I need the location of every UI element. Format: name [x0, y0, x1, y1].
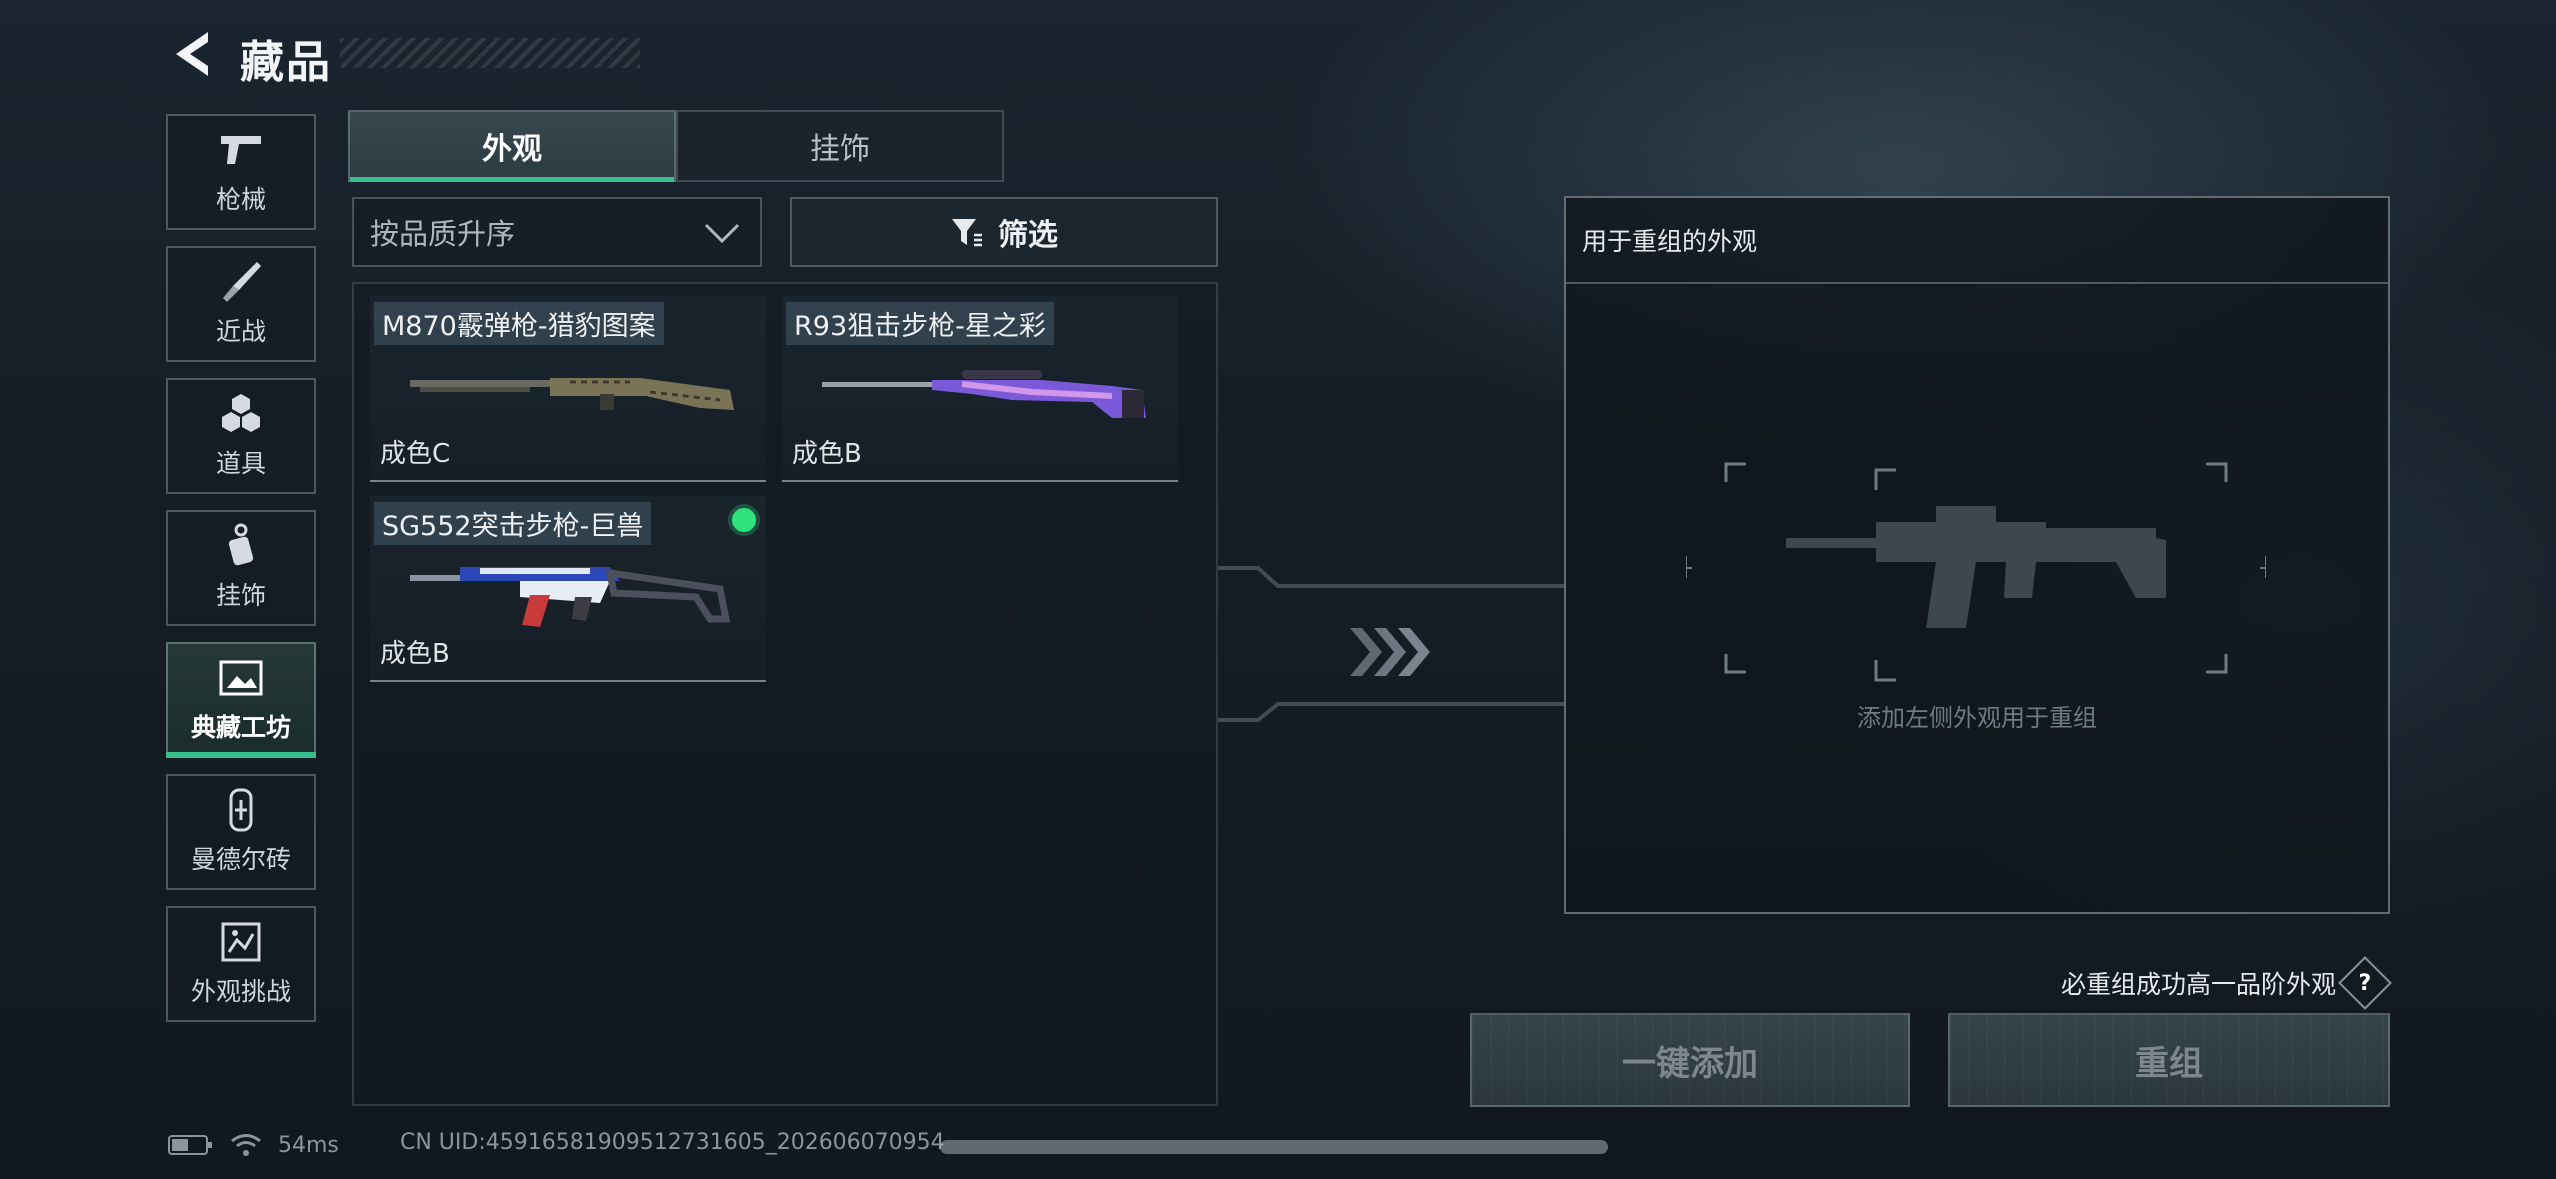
sort-value: 按品质升序: [370, 217, 516, 251]
tab-charms[interactable]: 挂饰: [676, 110, 1004, 182]
sidebar-item-label: 曼德尔砖: [190, 845, 291, 874]
list-item[interactable]: R93狙击步枪-星之彩 成色B: [782, 296, 1178, 482]
brick-icon: [217, 788, 265, 832]
sidebar-item-collection-workshop[interactable]: 典藏工坊: [166, 642, 316, 758]
recombine-note-text: 必重组成功高一品阶外观: [2060, 970, 2336, 999]
filter-button[interactable]: 筛选: [790, 197, 1218, 267]
charm-icon: [217, 523, 265, 568]
sidebar-item-mandel-brick[interactable]: 曼德尔砖: [166, 774, 316, 890]
recombine-button[interactable]: 重组: [1948, 1013, 2390, 1107]
sort-dropdown[interactable]: 按品质升序: [352, 197, 762, 267]
title-decoration: [340, 38, 640, 68]
sidebar-item-label: 近战: [215, 317, 266, 346]
sidebar-item-label: 道具: [215, 449, 266, 478]
item-grade: 成色B: [380, 639, 450, 669]
pistol-icon: [217, 128, 265, 172]
list-item[interactable]: M870霰弹枪-猎豹图案 成色C: [370, 296, 766, 482]
recombine-panel: 用于重组的外观 添加左侧外观用于重组: [1564, 196, 2390, 914]
item-name: M870霰弹枪-猎豹图案: [374, 302, 664, 345]
filter-icon: [952, 219, 982, 247]
sidebar-item-label: 典藏工坊: [190, 713, 291, 742]
chevrons-right-icon: [1350, 628, 1430, 676]
recombine-panel-header: 用于重组的外观: [1566, 198, 2388, 284]
home-indicator[interactable]: [940, 1140, 1608, 1154]
tab-appearance[interactable]: 外观: [348, 110, 676, 182]
sidebar-item-guns[interactable]: 枪械: [166, 114, 316, 230]
page-title: 藏品: [240, 37, 332, 88]
list-item[interactable]: SG552突击步枪-巨兽 成色B: [370, 496, 766, 682]
item-grade: 成色B: [792, 439, 862, 469]
back-arrow-icon[interactable]: [168, 28, 214, 80]
recombine-panel-title: 用于重组的外观: [1582, 227, 1758, 256]
chevron-down-icon: [704, 223, 740, 244]
grenade-icon: [217, 392, 265, 436]
item-grade: 成色C: [380, 439, 451, 469]
sidebar-item-label: 挂饰: [215, 581, 266, 610]
sidebar-item-charms[interactable]: 挂饰: [166, 510, 316, 626]
challenge-icon: [217, 920, 265, 964]
recombine-note: 必重组成功高一品阶外观 ?: [1870, 956, 2392, 1010]
connector-line: [1218, 702, 1566, 722]
sniper-rifle-skin-image: [822, 370, 1146, 418]
sidebar-item-label: 外观挑战: [190, 977, 291, 1006]
sidebar-item-appearance-challenge[interactable]: 外观挑战: [166, 906, 316, 1022]
connector-line: [1218, 566, 1566, 588]
sidebar-item-items[interactable]: 道具: [166, 378, 316, 494]
knife-icon: [217, 260, 265, 304]
shotgun-skin-image: [410, 378, 734, 410]
status-bar: 54ms: [168, 1128, 339, 1162]
rifle-placeholder-icon: [1686, 462, 2266, 674]
assault-rifle-skin-image: [410, 567, 731, 627]
recombine-hint: 添加左侧外观用于重组: [1857, 704, 2097, 732]
add-all-button[interactable]: 一键添加: [1470, 1013, 1910, 1107]
item-name: R93狙击步枪-星之彩: [786, 302, 1054, 345]
ping-value: 54ms: [278, 1132, 339, 1158]
battery-icon: [168, 1135, 212, 1155]
help-icon[interactable]: ?: [2338, 956, 2392, 1010]
wifi-icon: [231, 1134, 261, 1156]
gallery-icon: [217, 656, 265, 700]
filter-label: 筛选: [998, 218, 1058, 253]
selected-indicator: [732, 508, 756, 532]
sidebar-item-label: 枪械: [215, 185, 266, 214]
sidebar-item-melee[interactable]: 近战: [166, 246, 316, 362]
user-uid: CN UID:4591658190951273160​5_2026060709​…: [400, 1130, 945, 1155]
